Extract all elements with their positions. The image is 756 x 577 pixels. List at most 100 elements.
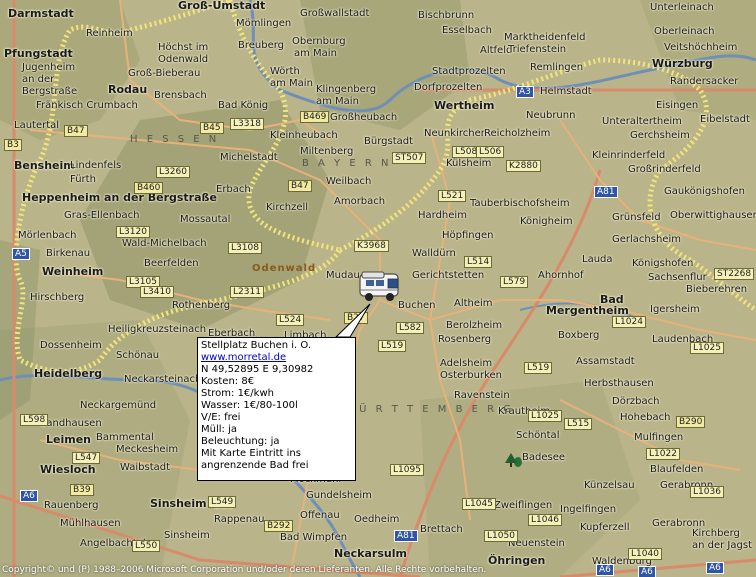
road-shield: K2880 [506,160,541,172]
place-label: Sachsenflur [648,272,707,283]
place-label: Königheim [520,216,573,227]
motorhome-marker-icon[interactable] [358,270,404,306]
road-shield: L549 [208,496,237,508]
place-label: Lindenfels [70,160,122,171]
place-label: Ingelfingen [560,504,617,515]
road-shield: L3120 [116,226,150,238]
place-label: Blaufelden [650,464,704,475]
place-label: Unterleinach [650,2,714,13]
place-label: Mühlhausen [60,518,121,529]
place-label: Sandhausen [40,418,102,429]
place-label: Heppenheim an der Bergstraße [22,191,217,204]
place-label: Sinsheim [164,530,210,541]
place-label: Oberwittighausen [670,210,756,221]
place-label: Hohebach [620,412,671,423]
place-label: Birkenau [46,248,91,259]
place-label: Badesee [522,452,566,463]
place-label: Bürgstadt [364,136,414,147]
place-label: Neunkirchen [424,128,488,139]
road-shield: L1036 [690,486,724,498]
callout-details: N 49,52895 E 9,30982 Kosten: 8€ Strom: 1€/… [201,364,355,472]
place-label: Marktheidenfeld [504,32,586,43]
place-label: Leimen [46,433,91,446]
map-view[interactable]: Darmstadt Groß-Umstadt Mömlingen Großwallst… [0,0,756,577]
road-shield: L1025 [690,342,724,354]
place-label: Groß-Umstadt [178,0,266,12]
place-label: Külsheim [446,158,492,169]
place-label: Neubrunn [526,110,576,121]
road-shield: L515 [564,418,593,430]
road-shield: L547 [72,452,101,464]
place-label: Mömlingen [236,18,292,29]
place-label: Höchst im [158,42,209,53]
place-label: Meckesheim [116,444,179,455]
place-label: Rappenau [214,514,265,525]
road-shield: L519 [378,340,407,352]
road-shield: L579 [500,276,529,288]
place-label: Gaukönigshofen [664,186,745,197]
place-label: Darmstadt [8,7,74,20]
place-label: Wiesloch [40,463,96,476]
region-label: W Ü R T T E M B E R G [340,404,514,415]
place-label: Oberleinach [654,26,715,37]
place-label: Mulfingen [634,432,684,443]
copyright-notice: Copyright© und (P) 1988–2006 Microsoft C… [2,565,487,575]
place-label: Gundelsheim [306,490,372,501]
place-label: Waibstadt [120,462,171,473]
road-shield: L524 [276,314,305,326]
place-label: Bieberehren [686,284,748,295]
place-label: Mudau [326,270,360,281]
road-shield: L521 [438,190,467,202]
place-label: Rosenberg [438,334,492,345]
place-label: Lauda [582,254,613,265]
place-label: Breuberg [238,40,285,51]
place-label: Adelsheim [440,358,493,369]
place-label: Gerlachsheim [612,234,681,245]
odenwald-label: Odenwald [252,263,317,274]
place-label: Ahornhof [538,270,584,281]
place-label: Gras-Ellenbach [64,210,140,221]
place-label: Künzelsau [584,480,635,491]
road-shield: ST2268 [714,268,755,280]
place-label: Walldürn [412,248,456,259]
place-label: Heidelberg [34,367,103,380]
callout-line: Müll: ja [201,424,237,435]
place-label: Beerfelden [144,258,199,269]
road-shield: L3108 [228,242,262,254]
road-shield: L1040 [628,548,662,560]
road-shield: L1050 [484,530,518,542]
place-label: Bad König [218,100,269,111]
place-label: Neckarsulm [334,547,407,560]
road-shield: B47 [64,125,88,137]
place-label: Hirschberg [30,292,85,303]
place-label: Bensheim [14,159,75,172]
place-label: Amorbach [334,196,386,207]
place-label: Gerchsheim [630,130,690,141]
place-label: Mossautal [180,214,231,225]
road-shield: B39 [70,484,94,496]
place-label: Erbach [216,184,251,195]
place-label: Dorfprozelten [414,82,483,93]
road-shield: B47 [288,180,312,192]
place-label: Eisingen [656,100,699,111]
callout-line: angrenzende Bad frei [201,460,309,471]
place-label: Unteraltertheim [602,116,682,127]
place-label: am Main [270,78,313,89]
road-shield: B290 [676,416,706,428]
place-label: Großwallstadt [300,8,370,19]
place-label: Rauenberg [44,500,99,511]
place-label: Hardheim [418,210,467,221]
place-label: Großheubach [330,112,398,123]
place-label: Kirchzell [266,202,309,213]
place-label: Veitshöchheim [664,42,738,53]
place-label: Bad Wimpfen [280,532,348,543]
place-label: Bergstraße [22,86,78,97]
road-shield: L2311 [230,286,264,298]
place-label: Heiligkreuzsteinach [108,324,207,335]
callout-link[interactable]: www.morretal.de [201,352,355,364]
place-label: Esselbach [442,25,492,36]
tree-icon [505,453,517,467]
place-label: Rothenberg [172,300,231,311]
place-label: Obernburg [292,36,346,47]
place-label: Kleinrinderfeld [592,150,666,161]
